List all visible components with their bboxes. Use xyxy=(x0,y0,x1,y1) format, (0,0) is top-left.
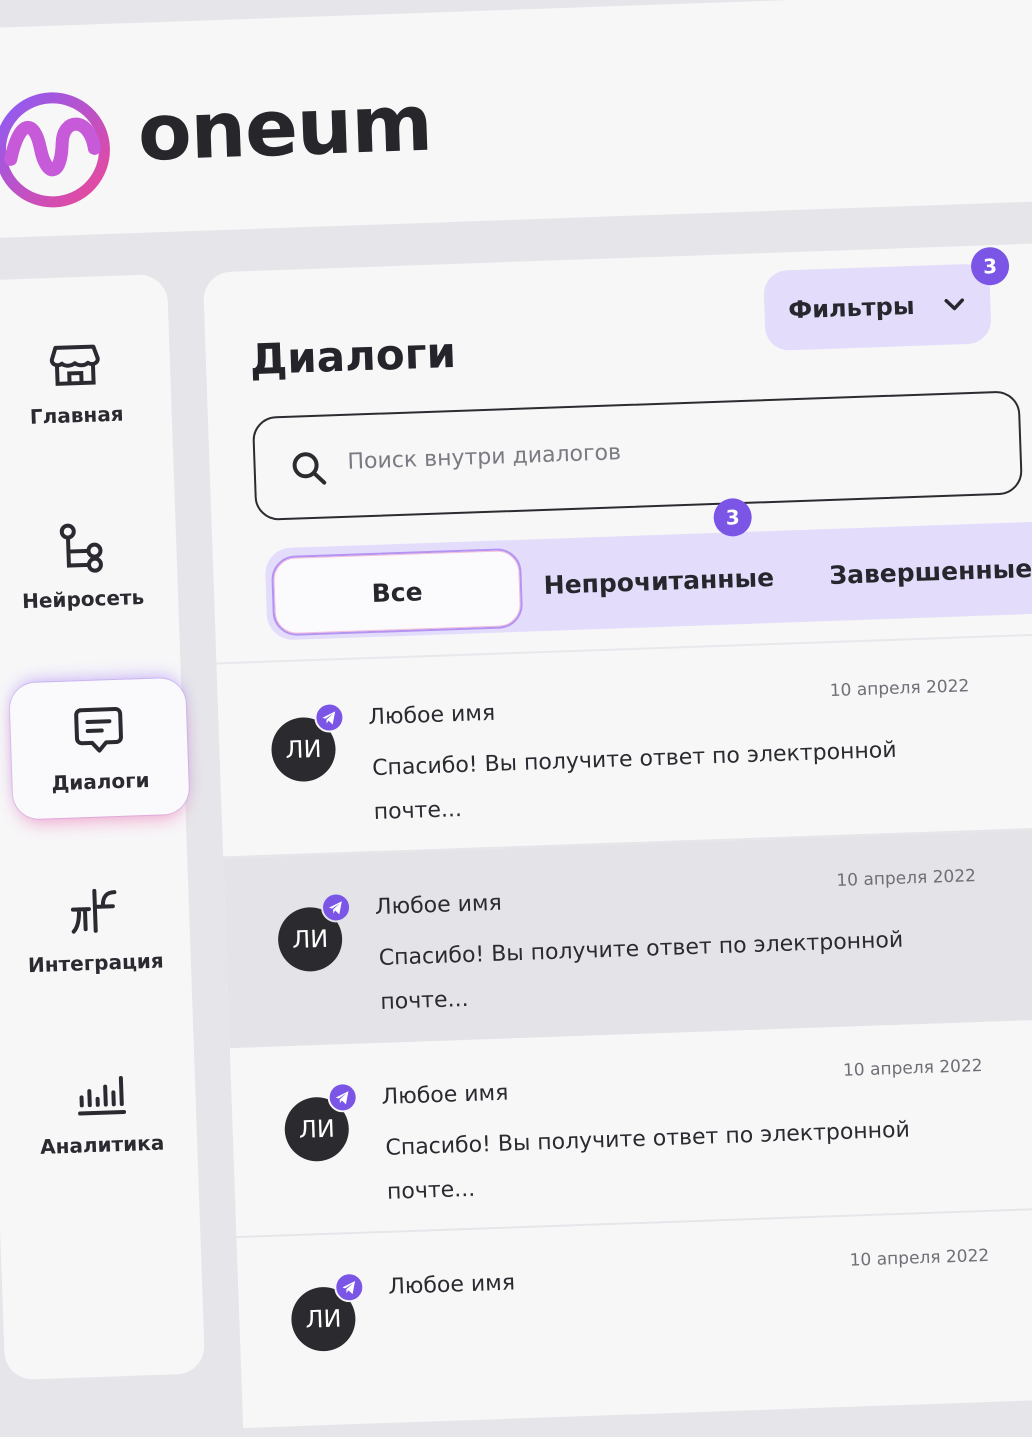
telegram-icon xyxy=(327,1082,358,1113)
telegram-icon xyxy=(314,702,345,733)
dialog-item[interactable]: ЛИ Любое имя 10 апреля 2022 Спасибо! Вы … xyxy=(216,637,1032,859)
sidebar: Главная Нейросеть Диалоги Интеграция Ана… xyxy=(0,273,206,1381)
sidebar-item-integration[interactable]: Интеграция xyxy=(7,862,181,998)
analytics-icon xyxy=(78,1076,127,1116)
dialog-name: Любое имя xyxy=(387,1270,516,1300)
sidebar-item-label: Главная xyxy=(29,401,124,429)
dialogs-panel: Диалоги Фильтры 3 Поиск внутри диалогов … xyxy=(202,241,1032,1428)
page-title: Диалоги xyxy=(249,327,457,385)
search-icon xyxy=(292,452,327,485)
sidebar-item-home[interactable]: Главная xyxy=(0,314,163,450)
sidebar-item-label: Диалоги xyxy=(51,767,150,796)
dialog-item[interactable]: ЛИ Любое имя 10 апреля 2022 Спасибо! Вы … xyxy=(229,1016,1032,1239)
dialog-date: 10 апреля 2022 xyxy=(829,676,970,702)
dialog-item[interactable]: ЛИ Любое имя 10 апреля 2022 Спасибо! Вы … xyxy=(223,826,1032,1049)
chevron-down-icon xyxy=(944,298,965,311)
telegram-icon xyxy=(334,1272,365,1303)
filters-count-badge: 3 xyxy=(970,246,1010,286)
dialog-date: 10 апреля 2022 xyxy=(849,1245,990,1271)
dialog-item[interactable]: ЛИ Любое имя 10 апреля 2022 xyxy=(236,1206,1032,1428)
tab-unread[interactable]: Непрочитанные xyxy=(522,530,795,631)
app-header: oneum xyxy=(0,0,1032,240)
tab-completed[interactable]: Завершенные xyxy=(794,521,1032,622)
logo-icon xyxy=(0,92,110,208)
network-icon xyxy=(59,523,103,573)
sidebar-item-label: Нейросеть xyxy=(21,584,145,614)
filters-button[interactable]: Фильтры xyxy=(763,263,992,352)
sidebar-item-analytics[interactable]: Аналитика xyxy=(14,1044,188,1180)
dialog-date: 10 апреля 2022 xyxy=(842,1055,983,1081)
search-input[interactable]: Поиск внутри диалогов xyxy=(251,390,1024,522)
dialog-message: Спасибо! Вы получите ответ по электронно… xyxy=(378,927,904,1015)
tab-label: Непрочитанные xyxy=(543,562,775,600)
tab-all[interactable]: Все xyxy=(270,547,524,637)
dialog-name: Любое имя xyxy=(381,1080,509,1110)
filters-label: Фильтры xyxy=(787,291,915,325)
store-icon xyxy=(49,344,100,386)
logo-text: oneum xyxy=(136,78,434,179)
dialog-tabs: Все Непрочитанные Завершенные xyxy=(264,520,1032,641)
sidebar-item-label: Аналитика xyxy=(39,1130,165,1159)
dialog-message: Спасибо! Вы получите ответ по электронно… xyxy=(371,737,897,826)
dialog-message: Спасибо! Вы получите ответ по электронно… xyxy=(385,1117,911,1205)
tab-label: Все xyxy=(371,576,423,608)
sidebar-item-label: Интеграция xyxy=(27,948,165,978)
chat-icon xyxy=(74,707,123,753)
sidebar-item-dialogs[interactable]: Диалоги xyxy=(9,677,190,820)
dialog-name: Любое имя xyxy=(374,890,503,921)
tab-label: Завершенные xyxy=(828,553,1032,590)
sidebar-item-network[interactable]: Нейросеть xyxy=(0,498,169,634)
telegram-icon xyxy=(321,892,352,923)
search-placeholder: Поиск внутри диалогов xyxy=(347,440,622,475)
dialog-name: Любое имя xyxy=(368,700,496,731)
app-window: oneum Главная Нейросеть Диалоги Интеграц… xyxy=(0,0,1032,1428)
dialog-date: 10 апреля 2022 xyxy=(836,866,977,891)
integration-icon xyxy=(70,888,117,934)
